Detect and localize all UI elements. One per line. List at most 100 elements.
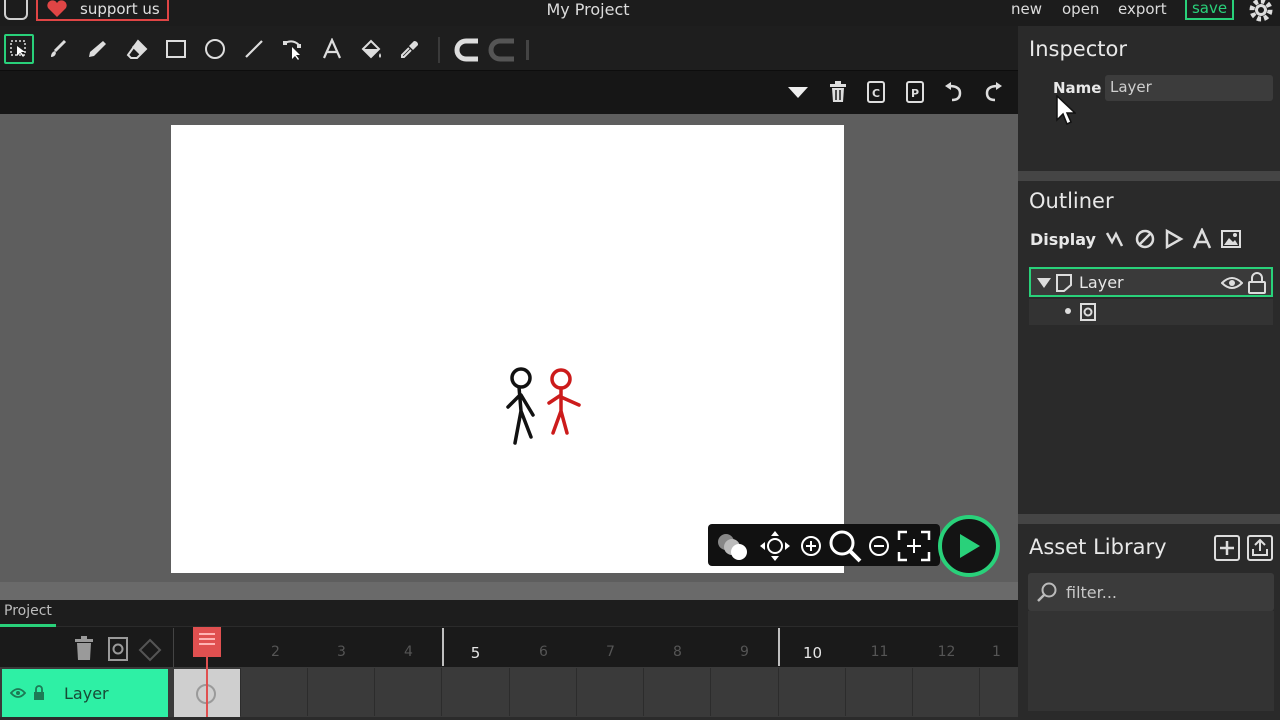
lock-icon[interactable]	[1247, 272, 1267, 294]
frame-number-major: 10	[802, 644, 823, 662]
eye-icon[interactable]	[1221, 275, 1243, 291]
shape-filter-icon[interactable]	[1134, 228, 1156, 250]
paste-icon[interactable]: P	[901, 78, 929, 106]
dropdown-arrow-icon[interactable]	[784, 78, 812, 106]
frame-number: 9	[740, 644, 749, 660]
eraser-icon[interactable]	[122, 34, 152, 64]
zoom-icon[interactable]	[826, 530, 864, 563]
major-frame-marker	[442, 628, 444, 666]
outliner-layer-label: Layer	[1079, 273, 1124, 292]
image-filter-icon[interactable]	[1220, 228, 1242, 250]
display-label: Display	[1030, 229, 1096, 249]
frame-cell-divider	[509, 668, 510, 716]
add-asset-icon[interactable]	[1214, 535, 1240, 561]
outliner-title: Outliner	[1029, 189, 1114, 213]
select-tool-icon[interactable]	[4, 34, 34, 64]
asset-list	[1028, 611, 1274, 711]
timeline-header-divider	[173, 628, 174, 668]
gear-icon[interactable]	[1247, 0, 1275, 24]
onion-skin-icon[interactable]	[714, 531, 752, 561]
frame-number: 8	[673, 644, 682, 660]
major-frame-marker	[778, 628, 780, 666]
svg-text:C: C	[872, 87, 880, 100]
path-edit-icon[interactable]	[278, 34, 308, 64]
clip-filter-icon[interactable]	[1164, 228, 1184, 250]
layer-icon	[1056, 274, 1072, 292]
eyedropper-icon[interactable]	[395, 34, 425, 64]
text-tool-icon[interactable]	[317, 34, 347, 64]
name-field[interactable]: Layer	[1105, 75, 1273, 101]
frame-cell-divider	[778, 668, 779, 716]
import-asset-icon[interactable]	[1247, 535, 1273, 561]
play-button[interactable]	[938, 515, 1000, 577]
fill-bucket-icon[interactable]	[356, 34, 386, 64]
menu-export[interactable]: export	[1118, 0, 1167, 18]
rectangle-icon[interactable]	[161, 34, 191, 64]
outliner-layer-row[interactable]: Layer	[1029, 267, 1273, 297]
svg-text:P: P	[911, 87, 919, 100]
timeline-tab-bar	[0, 600, 1018, 626]
frame-cell-divider	[845, 668, 846, 716]
outliner-frame-row[interactable]	[1029, 299, 1273, 325]
frame-cell-divider	[374, 668, 375, 716]
text-filter-icon[interactable]	[1192, 228, 1212, 250]
bullet-icon	[1065, 308, 1071, 314]
panel-divider	[1018, 514, 1280, 524]
zoom-in-icon[interactable]	[798, 531, 824, 561]
frame-cell-divider	[710, 668, 711, 716]
add-keyframe-icon[interactable]	[107, 636, 129, 662]
tween-diamond-icon[interactable]	[138, 638, 162, 662]
menu-new[interactable]: new	[1011, 0, 1042, 18]
undo-icon[interactable]	[940, 78, 968, 106]
fit-to-screen-icon[interactable]	[896, 530, 932, 562]
frame-number: 7	[606, 644, 615, 660]
path-filter-icon[interactable]	[1104, 228, 1126, 250]
drawing-canvas[interactable]	[171, 125, 844, 573]
timeline-layer-row[interactable]: Layer	[2, 669, 168, 717]
inspector-title: Inspector	[1029, 37, 1127, 61]
frame-number: 1	[992, 644, 1001, 660]
keyframe-icon	[1080, 303, 1096, 321]
copy-icon[interactable]: C	[862, 78, 890, 106]
mouse-cursor-icon	[1056, 95, 1076, 127]
timeline-resize-bar[interactable]	[0, 582, 1018, 600]
frame-cell-divider	[441, 668, 442, 716]
save-button[interactable]: save	[1185, 0, 1234, 20]
frame-number: 6	[539, 644, 548, 660]
frame-cell-divider	[979, 668, 980, 716]
frame-cell-divider	[576, 668, 577, 716]
project-title: My Project	[546, 0, 630, 19]
ellipse-icon[interactable]	[200, 34, 230, 64]
stick-figures-drawing	[506, 367, 581, 445]
delete-icon[interactable]	[824, 78, 852, 106]
frame-cell-divider	[240, 668, 241, 716]
frame-number: 12	[937, 644, 956, 660]
frame-cell-divider	[307, 668, 308, 716]
play-icon	[960, 534, 980, 558]
frame-cell-divider	[912, 668, 913, 716]
line-icon[interactable]	[239, 34, 269, 64]
playhead-handle[interactable]	[193, 627, 221, 657]
frame-number: 2	[271, 644, 280, 660]
frame-number: 11	[870, 644, 889, 660]
timeline-layer-label: Layer	[64, 683, 109, 703]
asset-filter-placeholder: filter...	[1066, 582, 1118, 602]
asset-filter-input[interactable]: filter...	[1028, 573, 1274, 611]
brush-icon[interactable]	[43, 34, 73, 64]
redo-icon[interactable]	[979, 78, 1007, 106]
frame-number: 4	[404, 644, 413, 660]
zoom-out-icon[interactable]	[866, 531, 892, 561]
visibility-icon[interactable]	[10, 686, 26, 700]
pan-icon[interactable]	[758, 531, 792, 561]
pencil-icon[interactable]	[82, 34, 112, 64]
menu-open[interactable]: open	[1062, 0, 1099, 18]
playhead-line	[206, 657, 208, 717]
expand-arrow-icon[interactable]	[1036, 277, 1052, 289]
stroke-style-icon[interactable]	[452, 36, 532, 64]
delete-layer-icon[interactable]	[73, 635, 95, 661]
layer-lock-icon[interactable]	[32, 685, 46, 701]
tab-project[interactable]: Project	[0, 603, 56, 619]
asset-library-title: Asset Library	[1029, 535, 1167, 559]
outliner-display-filters: Display	[1030, 228, 1242, 250]
panel-divider	[1018, 171, 1280, 181]
